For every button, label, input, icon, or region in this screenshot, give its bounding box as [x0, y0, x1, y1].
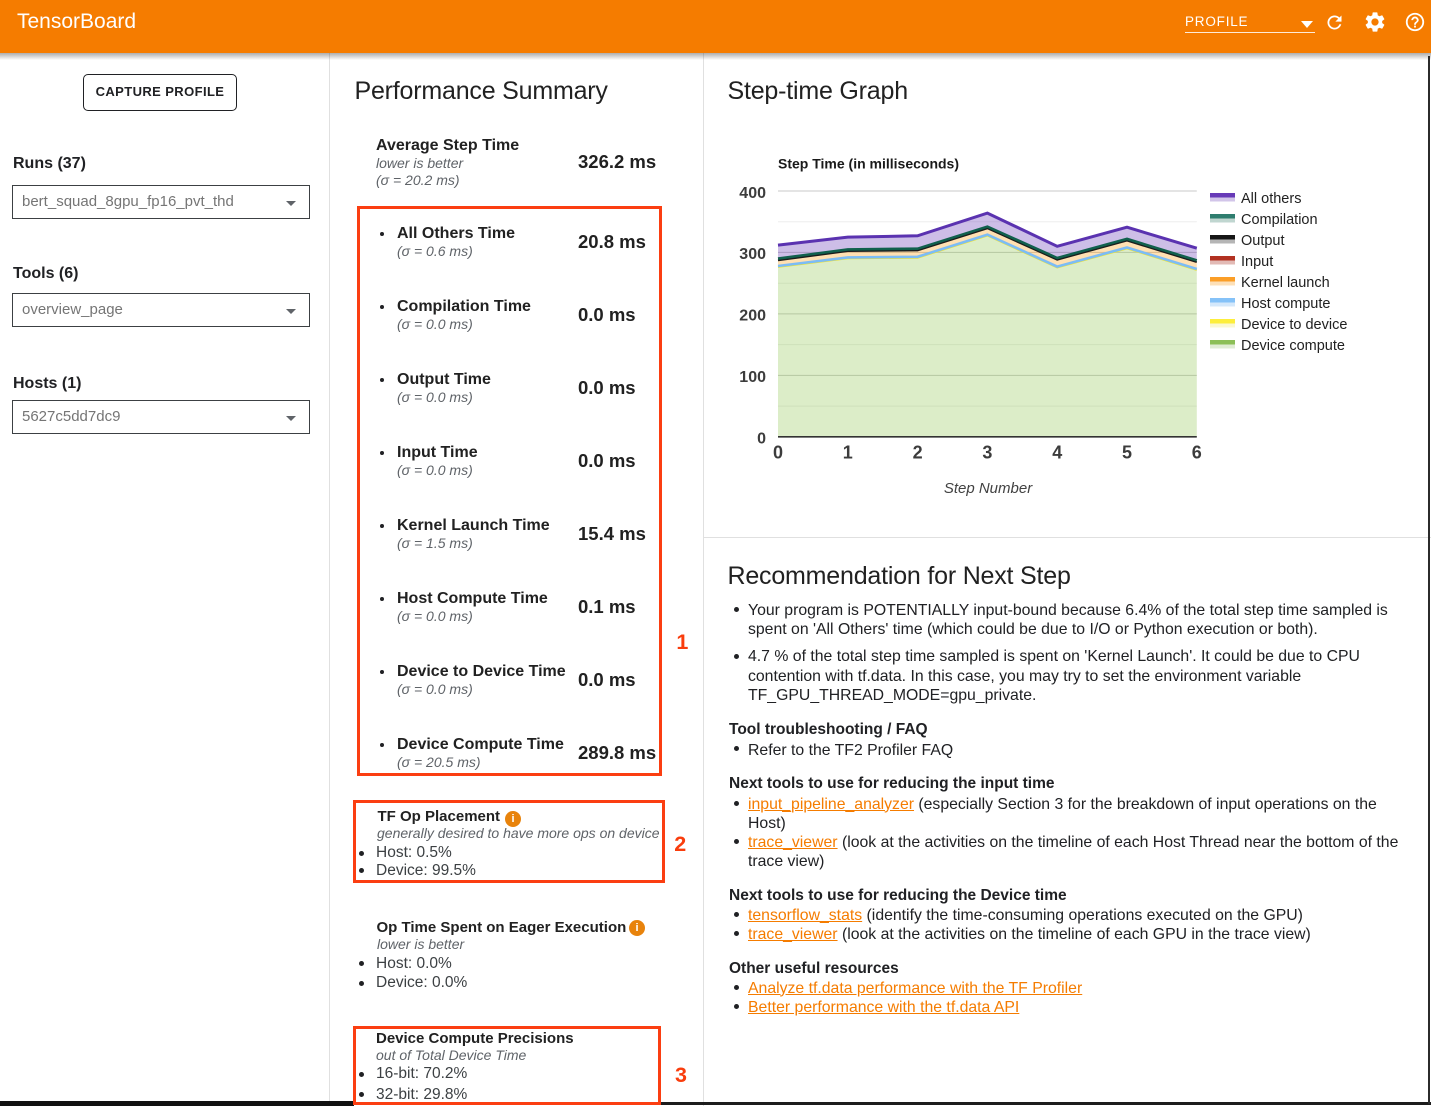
svg-text:Device to device: Device to device [1241, 317, 1347, 333]
svg-text:Compilation: Compilation [1241, 212, 1318, 228]
svg-text:Output: Output [1241, 233, 1285, 249]
svg-text:Step Time (in milliseconds): Step Time (in milliseconds) [778, 156, 959, 172]
svg-text:All others: All others [1241, 191, 1301, 207]
svg-text:3: 3 [982, 443, 992, 463]
svg-text:300: 300 [739, 246, 766, 263]
svg-text:6: 6 [1192, 443, 1202, 463]
svg-text:0: 0 [757, 431, 766, 448]
svg-text:0: 0 [773, 443, 783, 463]
svg-text:Input: Input [1241, 254, 1273, 270]
svg-text:Device compute: Device compute [1241, 338, 1345, 354]
svg-text:400: 400 [739, 185, 766, 202]
svg-text:Kernel launch: Kernel launch [1241, 275, 1330, 291]
svg-text:2: 2 [913, 443, 923, 463]
svg-text:Step Number: Step Number [944, 480, 1033, 497]
svg-text:100: 100 [739, 369, 766, 386]
svg-text:1: 1 [843, 443, 853, 463]
svg-text:5: 5 [1122, 443, 1132, 463]
svg-text:4: 4 [1052, 443, 1062, 463]
svg-text:Host compute: Host compute [1241, 296, 1330, 312]
svg-text:200: 200 [739, 308, 766, 325]
